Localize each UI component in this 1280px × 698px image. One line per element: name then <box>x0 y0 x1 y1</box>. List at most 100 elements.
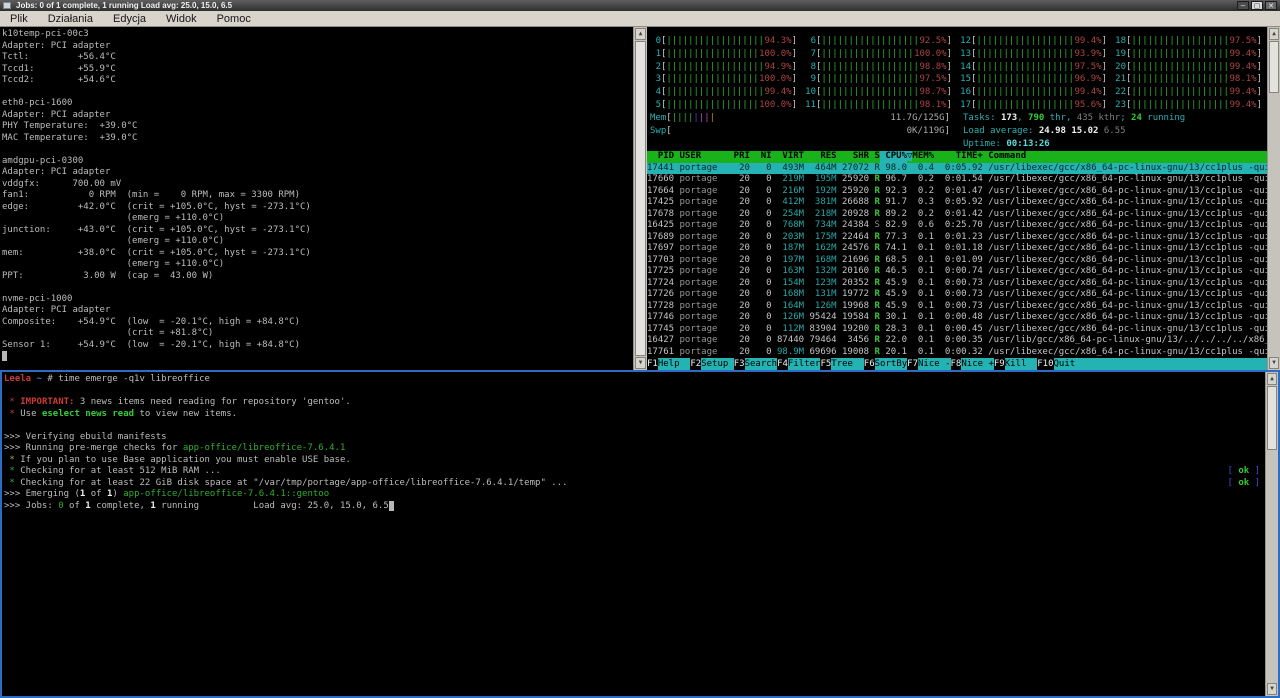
cell-cpu: 28.3 <box>880 324 907 336</box>
column-header-virt[interactable]: VIRT <box>772 151 805 163</box>
fkey-f4[interactable]: F4 <box>777 358 788 370</box>
fkey-label-sortby[interactable]: SortBy <box>875 358 908 370</box>
htop-scrollbar[interactable]: ▲ ▼ <box>1267 27 1280 370</box>
fkey-label-tree[interactable]: Tree <box>831 358 864 370</box>
emerge-terminal-pane[interactable]: Leela ~ # time emerge -q1v libreoffice *… <box>0 370 1280 698</box>
process-row[interactable]: 17703portage200197M168M21696R68.50.10:01… <box>647 255 1267 267</box>
cell-s: R <box>869 186 880 198</box>
column-header-mem[interactable]: ▽MEM% <box>907 151 934 163</box>
menu-item-działania[interactable]: Działania <box>38 11 103 26</box>
menu-item-widok[interactable]: Widok <box>156 11 207 26</box>
cell-pid: 17689 <box>647 232 674 244</box>
cell-ni: 0 <box>750 335 772 347</box>
window-titlebar[interactable]: Jobs: 0 of 1 complete, 1 running Load av… <box>0 0 1280 11</box>
process-row[interactable]: 16427portage20087440794643456R22.00.10:0… <box>647 335 1267 347</box>
process-row[interactable]: 17746portage200126M9542419584R30.10.10:0… <box>647 312 1267 324</box>
column-header-res[interactable]: RES <box>804 151 837 163</box>
fkey-f2[interactable]: F2 <box>690 358 701 370</box>
column-header-shr[interactable]: SHR <box>837 151 870 163</box>
fkey-label-setup[interactable]: Setup <box>701 358 734 370</box>
column-header-pid[interactable]: PID <box>647 151 674 163</box>
process-row[interactable]: 17761portage20098.9M6969619008R20.10.10:… <box>647 347 1267 359</box>
fkey-f5[interactable]: F5 <box>820 358 831 370</box>
text-segment: * <box>4 455 20 465</box>
scroll-down-icon[interactable]: ▼ <box>1269 357 1279 369</box>
cell-mem: 0.1 <box>907 335 934 347</box>
process-row[interactable]: 17697portage200187M162M24576R74.10.10:01… <box>647 243 1267 255</box>
process-row[interactable]: 17678portage200254M218M20928R89.20.20:01… <box>647 209 1267 221</box>
swap-value: 0K/119G <box>906 125 945 138</box>
column-header-time[interactable]: TIME+ <box>934 151 983 163</box>
fkey-f9[interactable]: F9 <box>994 358 1005 370</box>
scroll-up-icon[interactable]: ▲ <box>635 28 646 40</box>
sensors-scrollbar[interactable]: ▲ ▼ <box>633 27 647 370</box>
process-row[interactable]: 17724portage200154M123M20352R45.90.10:00… <box>647 278 1267 290</box>
sensors-line: Adapter: PCI adapter <box>2 305 633 317</box>
cell-s: R <box>869 335 880 347</box>
process-table-header[interactable]: PIDUSERPRINIVIRTRESSHRSCPU%▽MEM%TIME+Com… <box>647 151 1267 163</box>
scroll-up-icon[interactable]: ▲ <box>1269 28 1279 40</box>
cell-user: portage <box>674 243 728 255</box>
fkey-f10[interactable]: F10 <box>1037 358 1053 370</box>
fkey-f1[interactable]: F1 <box>647 358 658 370</box>
process-row[interactable]: 17728portage200164M126M19968R45.90.10:00… <box>647 301 1267 313</box>
cell-pid: 17703 <box>647 255 674 267</box>
fkey-label-search[interactable]: Search <box>745 358 778 370</box>
minimize-button[interactable] <box>1237 1 1249 10</box>
process-row[interactable]: 17689portage200203M175M22464R77.30.10:01… <box>647 232 1267 244</box>
fkey-label-kill[interactable]: Kill <box>1005 358 1038 370</box>
cell-virt: 493M <box>772 163 805 175</box>
fkey-label-filter[interactable]: Filter <box>788 358 821 370</box>
menu-item-edycja[interactable]: Edycja <box>103 11 156 26</box>
htop-terminal-pane[interactable]: 0[||||||||||||||||||||||94.3%] 1[|||||||… <box>647 27 1267 370</box>
close-button[interactable] <box>1265 1 1277 10</box>
process-row[interactable]: 17441portage200493M464M27072R98.00.40:05… <box>647 163 1267 175</box>
process-row[interactable]: 17726portage200168M131M19772R45.90.10:00… <box>647 289 1267 301</box>
cell-mem: 0.1 <box>907 255 934 267</box>
scroll-down-icon[interactable]: ▼ <box>1267 683 1277 695</box>
fkey-label-nice[interactable]: Nice + <box>961 358 994 370</box>
text-segment: >>> Running pre-merge checks for <box>4 443 183 453</box>
meter-bracket: ] <box>1257 86 1262 99</box>
column-header-cpu[interactable]: CPU% <box>880 151 907 163</box>
fkey-label-quit[interactable]: Quit <box>1054 358 1076 370</box>
cell-command: /usr/libexec/gcc/x86_64-pc-linux-gnu/13/… <box>983 186 1267 198</box>
emerge-scrollbar[interactable]: ▲ ▼ <box>1265 372 1278 696</box>
fkey-label-nice[interactable]: Nice - <box>918 358 951 370</box>
process-row[interactable]: 17425portage200412M381M26688R91.70.30:05… <box>647 197 1267 209</box>
menu-bar: PlikDziałaniaEdycjaWidokPomoc <box>0 11 1280 27</box>
process-row[interactable]: 17660portage200219M195M25920R96.70.20:01… <box>647 174 1267 186</box>
cell-res: 83904 <box>804 324 837 336</box>
column-header-s[interactable]: S <box>869 151 880 163</box>
sensors-line: eth0-pci-1600 <box>2 98 633 110</box>
cpu-meter-20: 20[|||||||||||||||||||||||99.4%] <box>1115 61 1262 74</box>
column-header-pri[interactable]: PRI <box>728 151 750 163</box>
cell-res: 126M <box>804 301 837 313</box>
fkey-f7[interactable]: F7 <box>907 358 918 370</box>
column-header-user[interactable]: USER <box>674 151 728 163</box>
process-row[interactable]: 16425portage200768M734M24384S82.90.60:25… <box>647 220 1267 232</box>
scrollbar-thumb[interactable] <box>1267 386 1277 450</box>
fkey-f8[interactable]: F8 <box>951 358 962 370</box>
sensors-terminal-pane[interactable]: k10temp-pci-00c3Adapter: PCI adapterTctl… <box>0 27 633 370</box>
process-row[interactable]: 17725portage200163M132M20160R46.50.10:00… <box>647 266 1267 278</box>
cpu-bar: ||||||||||||||||||||||97.5% <box>976 61 1101 74</box>
cell-s: R <box>869 232 880 244</box>
scroll-up-icon[interactable]: ▲ <box>1267 373 1277 385</box>
process-row[interactable]: 17745portage200112M8390419200R28.30.10:0… <box>647 324 1267 336</box>
scrollbar-thumb[interactable] <box>635 41 646 356</box>
column-header-ni[interactable]: NI <box>750 151 772 163</box>
menu-item-plik[interactable]: Plik <box>0 11 38 26</box>
fkey-f6[interactable]: F6 <box>864 358 875 370</box>
scrollbar-thumb[interactable] <box>1269 41 1279 93</box>
terminal-line: >>> Running pre-merge checks for app-off… <box>4 443 1278 455</box>
process-row[interactable]: 17664portage200216M192M25920R92.30.20:01… <box>647 186 1267 198</box>
maximize-button[interactable] <box>1251 1 1263 10</box>
menu-item-pomoc[interactable]: Pomoc <box>207 11 261 26</box>
scroll-down-icon[interactable]: ▼ <box>635 357 646 369</box>
fkey-label-help[interactable]: Help <box>658 358 691 370</box>
cell-s: R <box>869 174 880 186</box>
fkey-f3[interactable]: F3 <box>734 358 745 370</box>
column-header-command[interactable]: Command <box>983 151 1267 163</box>
meter-bracket: ] <box>792 99 797 112</box>
